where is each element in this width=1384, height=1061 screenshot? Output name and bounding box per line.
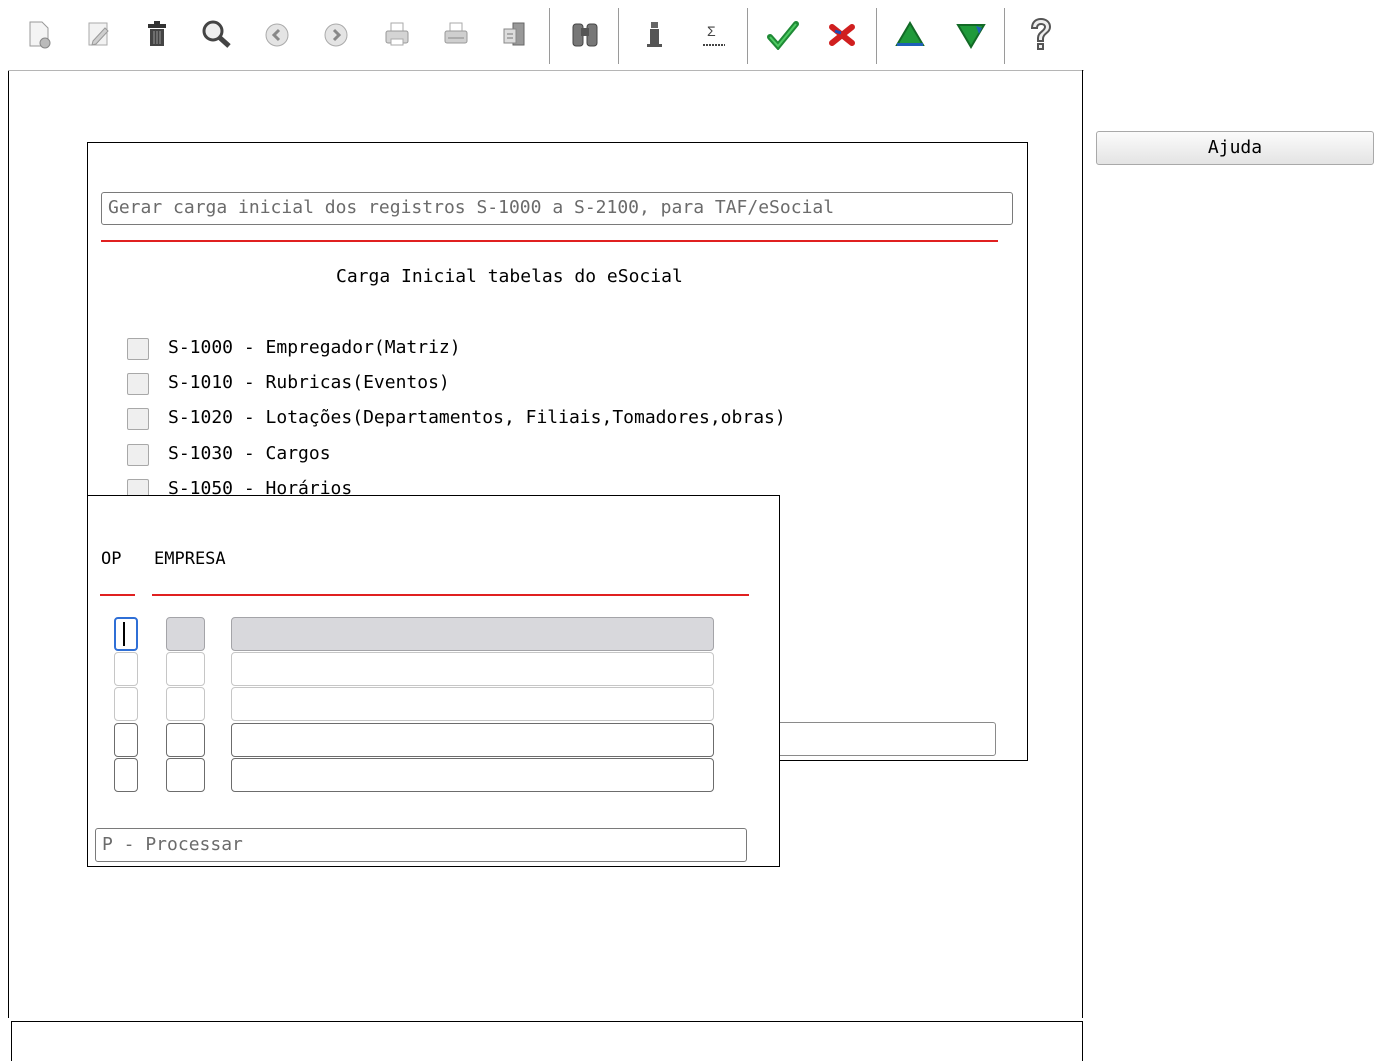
empresa-header-underline [152,594,749,596]
separator-line [101,240,998,242]
binoculars-icon[interactable] [565,12,605,56]
column-header-op: OP [101,549,122,569]
edit-icon[interactable] [78,12,118,56]
export-icon[interactable] [494,12,534,56]
main-window-top-border [8,70,1084,71]
help-button[interactable]: Ajuda [1096,131,1374,165]
print-setup-icon[interactable] [436,12,476,56]
checkbox-s1010[interactable] [127,373,149,395]
op-header-underline [100,594,135,596]
op-input[interactable] [114,652,138,686]
checkbox-s1000[interactable] [127,338,149,360]
print-icon[interactable] [377,12,417,56]
checkbox-label-s1000: S-1000 - Empregador(Matriz) [168,337,461,358]
company-code-field[interactable] [166,617,205,651]
main-window-right-border [1082,70,1083,1018]
footer-hint-field: P - Processar [95,828,747,862]
confirm-check-icon[interactable] [763,12,803,56]
section-title: Carga Inicial tabelas do eSocial [336,266,683,287]
company-name-field[interactable] [231,617,714,651]
op-input[interactable] [114,723,138,757]
previous-icon[interactable] [257,12,297,56]
company-select-dialog: OP EMPRESA P - Processar [87,495,780,867]
svg-text:Σ: Σ [707,23,716,39]
delete-icon[interactable] [137,12,177,56]
info-icon[interactable] [634,12,674,56]
company-name-field[interactable] [231,723,714,757]
text-cursor [123,622,125,646]
toolbar: Σ [0,0,1084,70]
company-code-field[interactable] [166,723,205,757]
bottom-panel [11,1021,1083,1061]
move-up-icon[interactable] [890,12,930,56]
checkbox-s1020[interactable] [127,408,149,430]
company-code-field[interactable] [166,687,205,721]
op-input[interactable] [114,617,138,651]
next-icon[interactable] [316,12,356,56]
checkbox-label-s1020: S-1020 - Lotações(Departamentos, Filiais… [168,407,786,428]
company-name-field[interactable] [231,758,714,792]
sum-icon[interactable]: Σ [694,12,734,56]
column-header-empresa: EMPRESA [154,549,226,569]
checkbox-label-s1030: S-1030 - Cargos [168,443,331,464]
search-icon[interactable] [197,12,237,56]
move-down-icon[interactable] [951,12,991,56]
new-document-icon[interactable] [18,12,58,56]
company-code-field[interactable] [166,652,205,686]
checkbox-s1030[interactable] [127,444,149,466]
cancel-icon[interactable] [822,12,862,56]
description-field: Gerar carga inicial dos registros S-1000… [101,192,1013,225]
main-window-left-border [8,70,9,1018]
op-input[interactable] [114,758,138,792]
help-icon[interactable] [1021,12,1061,56]
checkbox-label-s1010: S-1010 - Rubricas(Eventos) [168,372,450,393]
op-input[interactable] [114,687,138,721]
company-code-field[interactable] [166,758,205,792]
company-name-field[interactable] [231,652,714,686]
company-name-field[interactable] [231,687,714,721]
